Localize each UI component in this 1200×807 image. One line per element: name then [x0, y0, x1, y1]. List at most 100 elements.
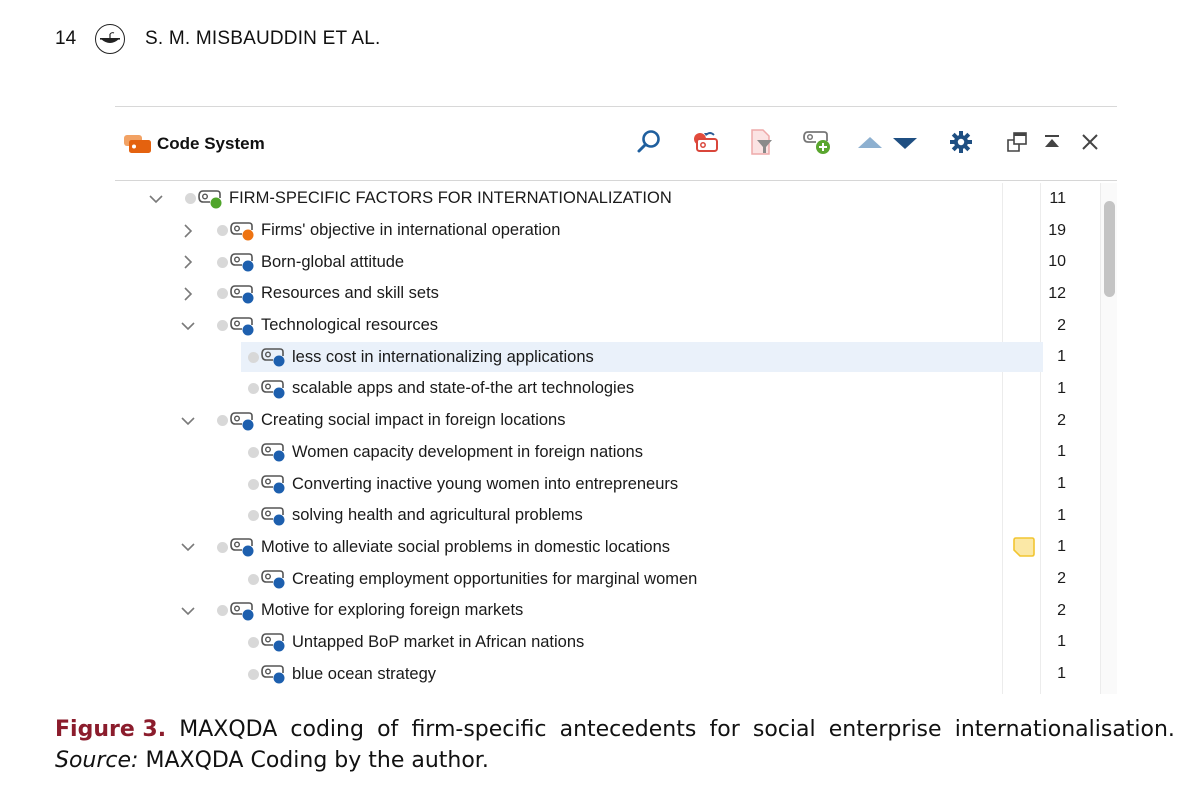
code-icon: [229, 315, 255, 337]
activation-dot[interactable]: [217, 288, 228, 300]
source-text: MAXQDA Coding by the author.: [138, 748, 489, 773]
code-icon: [260, 568, 286, 590]
journal-lamp-logo-icon: [95, 24, 125, 54]
code-label[interactable]: Motive for exploring foreign markets: [261, 601, 523, 620]
scrollbar-thumb[interactable]: [1104, 201, 1115, 297]
activation-dot[interactable]: [217, 415, 228, 427]
tree-row[interactable]: Born-global attitude 10: [115, 246, 1100, 278]
filter-button[interactable]: [746, 129, 776, 159]
tree-row[interactable]: scalable apps and state-of-the art techn…: [115, 373, 1100, 405]
code-label[interactable]: Born-global attitude: [261, 253, 404, 272]
code-label[interactable]: Motive to alleviate social problems in d…: [261, 538, 670, 557]
tree-row[interactable]: Creating employment opportunities for ma…: [115, 563, 1100, 595]
code-label[interactable]: Creating employment opportunities for ma…: [292, 570, 697, 589]
tree-row[interactable]: Motive for exploring foreign markets 2: [115, 595, 1100, 627]
caption-word: coding: [290, 717, 364, 742]
chevron-right-icon[interactable]: [181, 255, 195, 269]
tree-row[interactable]: blue ocean strategy 1: [115, 658, 1100, 690]
new-code-button[interactable]: [802, 129, 832, 159]
code-icon: [260, 441, 286, 463]
coded-segments-count: 12: [1048, 284, 1066, 302]
activation-dot[interactable]: [248, 668, 259, 680]
running-title-authors: S. M. MISBAUDDIN ET AL.: [145, 28, 381, 49]
collapse-top-icon: [1042, 132, 1062, 156]
tree-row[interactable]: Creating social impact in foreign locati…: [115, 405, 1100, 437]
activation-dot[interactable]: [185, 193, 196, 205]
tree-row[interactable]: Women capacity development in foreign na…: [115, 437, 1100, 469]
code-label[interactable]: less cost in internationalizing applicat…: [292, 348, 594, 367]
gear-icon: [949, 130, 973, 158]
new-code-icon: [802, 128, 832, 160]
caption-word: MAXQDA: [179, 717, 278, 742]
vertical-scrollbar[interactable]: [1100, 183, 1117, 694]
tree-row[interactable]: Firms' objective in international operat…: [115, 215, 1100, 247]
tree-row[interactable]: Motive to alleviate social problems in d…: [115, 532, 1100, 564]
caption-source: Source: MAXQDA Coding by the author.: [55, 745, 1175, 776]
code-icon: [229, 536, 255, 558]
collapse-button[interactable]: [1037, 129, 1067, 159]
code-label[interactable]: solving health and agricultural problems: [292, 506, 583, 525]
chevron-right-icon[interactable]: [181, 287, 195, 301]
activation-dot[interactable]: [248, 510, 259, 522]
code-label[interactable]: blue ocean strategy: [292, 665, 436, 684]
activation-dot[interactable]: [248, 446, 259, 458]
activation-dot[interactable]: [248, 573, 259, 585]
activation-dot[interactable]: [217, 605, 228, 617]
code-label[interactable]: Technological resources: [261, 316, 438, 335]
chevron-down-icon[interactable]: [181, 540, 195, 554]
coded-segments-count: 1: [1057, 538, 1066, 556]
figure-label: Figure 3.: [55, 717, 167, 742]
code-label[interactable]: Firms' objective in international operat…: [261, 221, 560, 240]
coded-segments-count: 10: [1048, 253, 1066, 271]
caption-word: social: [752, 717, 816, 742]
code-label[interactable]: Women capacity development in foreign na…: [292, 443, 643, 462]
settings-button[interactable]: [946, 129, 976, 159]
activation-dot[interactable]: [217, 225, 228, 237]
tree-row[interactable]: less cost in internationalizing applicat…: [115, 341, 1100, 373]
search-button[interactable]: [634, 129, 664, 159]
close-button[interactable]: [1075, 129, 1105, 159]
coded-segments-count: 1: [1057, 665, 1066, 683]
code-label[interactable]: scalable apps and state-of-the art techn…: [292, 379, 634, 398]
tree-row[interactable]: Converting inactive young women into ent…: [115, 468, 1100, 500]
activation-dot[interactable]: [217, 256, 228, 268]
caption-word: of: [377, 717, 399, 742]
code-icon: [229, 283, 255, 305]
code-icon: [260, 378, 286, 400]
code-icon: [229, 600, 255, 622]
tree-row[interactable]: Technological resources 2: [115, 310, 1100, 342]
code-icon: [260, 505, 286, 527]
tree-row[interactable]: Untapped BoP market in African nations 1: [115, 627, 1100, 659]
chevron-right-icon[interactable]: [181, 223, 195, 238]
caption-word: antecedents: [559, 717, 697, 742]
tree-row[interactable]: Resources and skill sets 12: [115, 278, 1100, 310]
activation-dot[interactable]: [217, 320, 228, 332]
activation-dot[interactable]: [248, 383, 259, 395]
chevron-down-icon[interactable]: [181, 414, 195, 428]
code-label[interactable]: Untapped BoP market in African nations: [292, 633, 584, 652]
move-up-button[interactable]: [855, 129, 885, 159]
activation-dot[interactable]: [248, 351, 259, 363]
chevron-down-icon[interactable]: [149, 192, 163, 206]
code-icon: [260, 663, 286, 685]
chevron-down-icon[interactable]: [181, 319, 195, 333]
activation-dot[interactable]: [248, 478, 259, 490]
chevron-down-icon[interactable]: [181, 604, 195, 618]
code-label[interactable]: Resources and skill sets: [261, 284, 439, 303]
figure-caption: Figure 3. MAXQDA coding of firm-specific ant…: [55, 714, 1175, 776]
move-down-button[interactable]: [890, 129, 920, 159]
tree-row[interactable]: FIRM-SPECIFIC FACTORS FOR INTERNATIONALI…: [115, 183, 1100, 215]
caption-word: for: [709, 717, 740, 742]
coded-segments-count: 2: [1057, 570, 1066, 588]
activation-dot[interactable]: [248, 636, 259, 648]
activation-dot[interactable]: [217, 541, 228, 553]
coded-segments-count: 11: [1049, 189, 1066, 207]
tree-row[interactable]: solving health and agricultural problems…: [115, 500, 1100, 532]
reset-activations-button[interactable]: [690, 129, 720, 159]
undock-button[interactable]: [1002, 129, 1032, 159]
code-label[interactable]: FIRM-SPECIFIC FACTORS FOR INTERNATIONALI…: [229, 189, 672, 208]
caption-word: internationalisation.: [954, 717, 1175, 742]
code-icon: [197, 188, 223, 210]
code-label[interactable]: Converting inactive young women into ent…: [292, 475, 678, 494]
code-label[interactable]: Creating social impact in foreign locati…: [261, 411, 566, 430]
